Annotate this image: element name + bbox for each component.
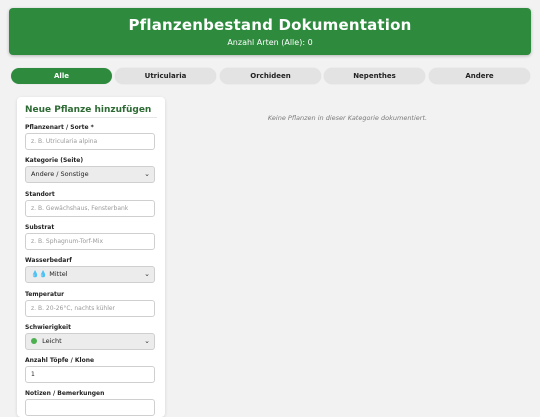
chevron-down-icon: ⌄ [144, 337, 150, 345]
water-select[interactable]: 💧💧 Mittel ⌄ [25, 266, 155, 283]
location-label: Standort [25, 191, 55, 198]
water-drop-icon: 💧💧 [31, 270, 48, 278]
pots-input[interactable]: 1 [25, 366, 155, 383]
page-title: Pflanzenbestand Dokumentation [128, 16, 412, 34]
water-label: Wasserbedarf [25, 257, 72, 264]
page-header: Pflanzenbestand Dokumentation Anzahl Art… [9, 8, 531, 55]
tab-nepenthes[interactable]: Nepenthes [324, 68, 425, 84]
difficulty-select[interactable]: Leicht ⌄ [25, 333, 155, 350]
category-label: Kategorie (Seite) [25, 157, 84, 164]
tab-utricularia[interactable]: Utricularia [115, 68, 216, 84]
substrate-input[interactable]: z. B. Sphagnum-Torf-Mix [25, 233, 155, 250]
water-value: Mittel [49, 270, 68, 278]
location-input[interactable]: z. B. Gewächshaus, Fensterbank [25, 200, 155, 217]
category-select[interactable]: Andere / Sonstige ⌄ [25, 166, 155, 183]
category-value: Andere / Sonstige [31, 170, 89, 178]
difficulty-label: Schwierigkeit [25, 324, 71, 331]
species-label: Pflanzenart / Sorte * [25, 124, 94, 131]
temperature-label: Temperatur [25, 291, 65, 298]
tab-alle[interactable]: Alle [11, 68, 112, 84]
pots-label: Anzahl Töpfe / Klone [25, 357, 95, 364]
notes-textarea[interactable] [25, 399, 155, 416]
form-divider [25, 117, 157, 118]
category-tabs: Alle Utricularia Orchideen Nepenthes And… [11, 68, 531, 84]
substrate-label: Substrat [25, 224, 55, 231]
temperature-input[interactable]: z. B. 20-26°C, nachts kühler [25, 300, 155, 317]
chevron-down-icon: ⌄ [144, 170, 150, 178]
notes-label: Notizen / Bemerkungen [25, 390, 105, 397]
tab-andere[interactable]: Andere [429, 68, 530, 84]
difficulty-value: Leicht [42, 337, 62, 345]
empty-list-message: Keine Pflanzen in dieser Kategorie dokum… [267, 114, 428, 122]
chevron-down-icon: ⌄ [144, 270, 150, 278]
tab-orchideen[interactable]: Orchideen [220, 68, 321, 84]
add-plant-form: Neue Pflanze hinzufügen Pflanzenart / So… [17, 97, 165, 417]
form-title: Neue Pflanze hinzufügen [25, 105, 152, 115]
species-count: Anzahl Arten (Alle): 0 [227, 38, 313, 47]
difficulty-dot-icon [31, 338, 37, 344]
species-input[interactable]: z. B. Utricularia alpina [25, 133, 155, 150]
